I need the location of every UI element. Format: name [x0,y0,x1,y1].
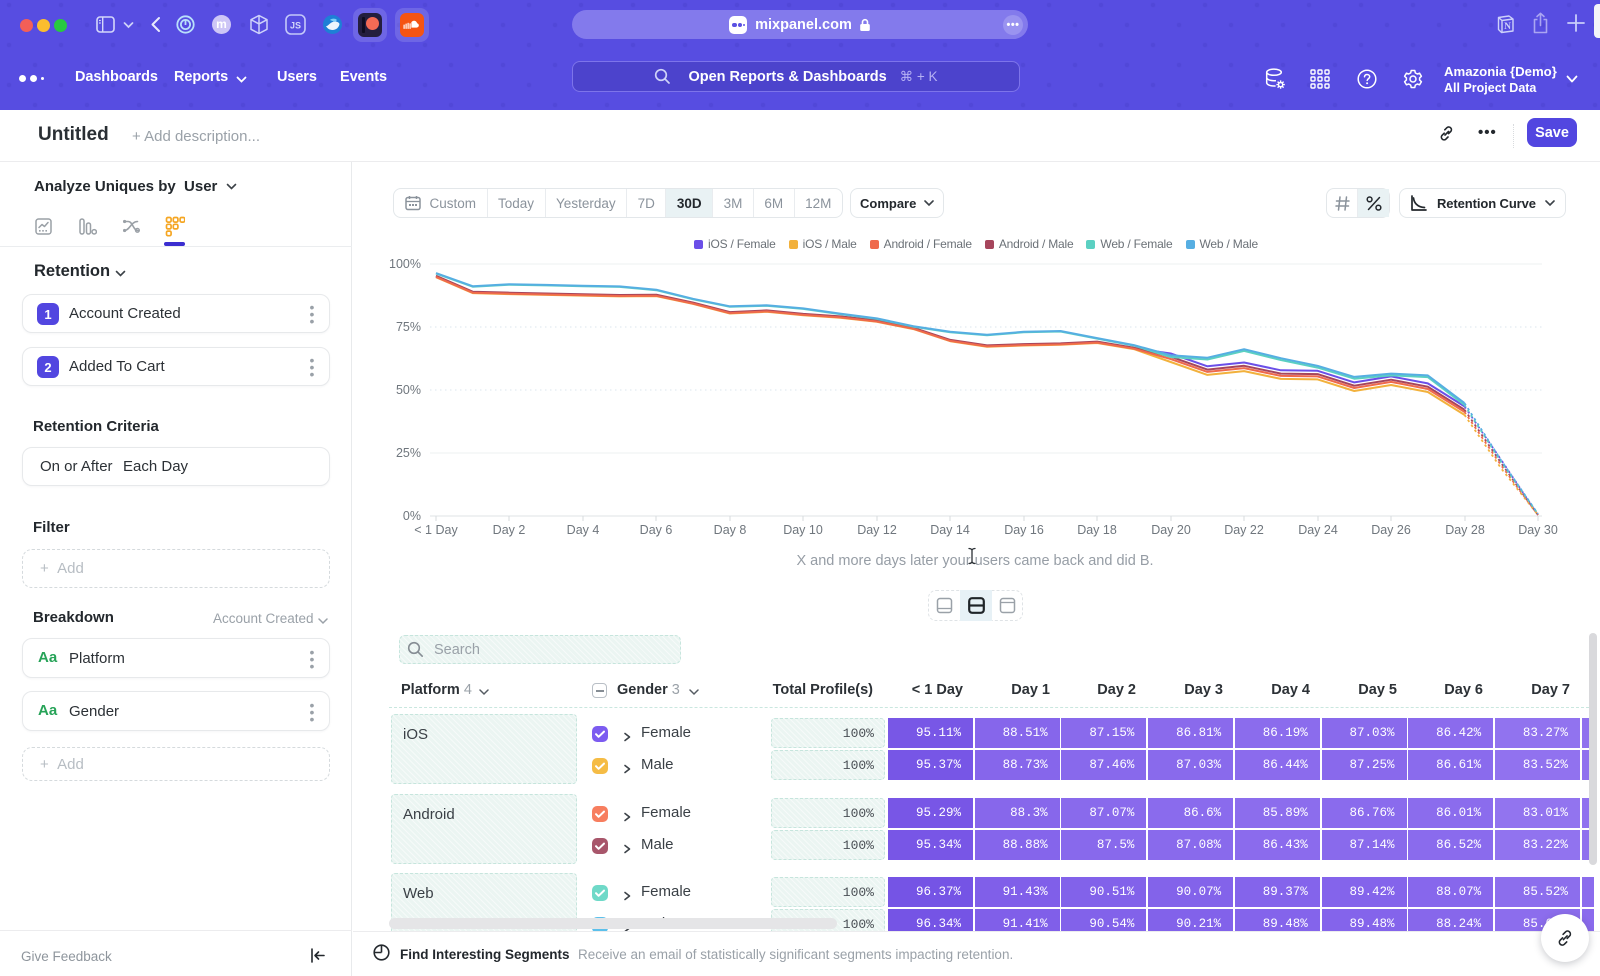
svg-text:Day 18: Day 18 [1077,523,1117,537]
svg-text:Day 6: Day 6 [640,523,673,537]
svg-text:100%: 100% [389,257,421,271]
svg-text:Day 14: Day 14 [930,523,970,537]
svg-text:Day 8: Day 8 [714,523,747,537]
svg-text:25%: 25% [396,446,421,460]
svg-text:Day 28: Day 28 [1445,523,1485,537]
svg-text:75%: 75% [396,320,421,334]
svg-text:Day 16: Day 16 [1004,523,1044,537]
svg-text:Day 24: Day 24 [1298,523,1338,537]
svg-text:50%: 50% [396,383,421,397]
svg-text:< 1 Day: < 1 Day [414,523,458,537]
svg-text:Day 26: Day 26 [1371,523,1411,537]
svg-text:Day 4: Day 4 [567,523,600,537]
svg-text:Day 2: Day 2 [493,523,526,537]
svg-text:Day 12: Day 12 [857,523,897,537]
svg-text:Day 30: Day 30 [1518,523,1558,537]
svg-text:Day 20: Day 20 [1151,523,1191,537]
svg-text:0%: 0% [403,509,421,523]
svg-text:Day 22: Day 22 [1224,523,1264,537]
svg-text:Day 10: Day 10 [783,523,823,537]
